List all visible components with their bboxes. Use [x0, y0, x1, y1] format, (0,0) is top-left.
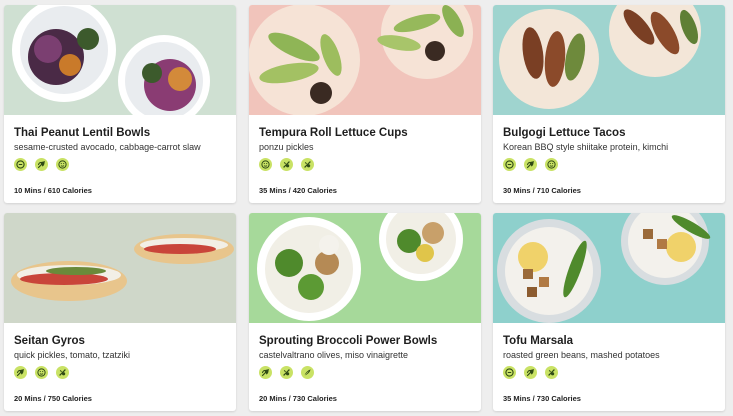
recipe-title[interactable]: Tofu Marsala [503, 335, 573, 347]
recipe-card-bulgogi-lettuce-tacos[interactable]: Bulgogi Lettuce Tacos Korean BBQ style s… [493, 5, 725, 203]
recipe-time-calories: 30 Mins / 710 Calories [503, 186, 581, 195]
dietary-icons [259, 158, 314, 172]
vegan-icon [259, 366, 272, 379]
vegan-icon [14, 366, 27, 379]
recipe-card-seitan-gyros[interactable]: Seitan Gyros quick pickles, tomato, tzat… [4, 213, 236, 411]
recipe-subtitle: Korean BBQ style shiitake protein, kimch… [503, 142, 669, 152]
recipe-time-calories: 20 Mins / 730 Calories [259, 394, 337, 403]
dietary-icons [259, 366, 314, 380]
recipe-subtitle: castelvaltrano olives, miso vinaigrette [259, 350, 409, 360]
recipe-time-calories: 35 Mins / 420 Calories [259, 186, 337, 195]
recipe-card-tofu-marsala[interactable]: Tofu Marsala roasted green beans, mashed… [493, 213, 725, 411]
dairy-free-icon [35, 366, 48, 379]
dietary-icons [14, 158, 69, 172]
soy-free-icon [280, 366, 293, 379]
gluten-free-icon [14, 158, 27, 171]
dairy-free-icon [56, 158, 69, 171]
recipe-title[interactable]: Bulgogi Lettuce Tacos [503, 127, 625, 139]
recipe-time-calories: 35 Mins / 730 Calories [503, 394, 581, 403]
recipe-subtitle: sesame-crusted avocado, cabbage-carrot s… [14, 142, 201, 152]
recipe-subtitle: ponzu pickles [259, 142, 314, 152]
dietary-icons [503, 158, 558, 172]
low-cal-icon [301, 366, 314, 379]
recipe-time-calories: 10 Mins / 610 Calories [14, 186, 92, 195]
recipe-photo[interactable] [493, 5, 725, 115]
recipe-subtitle: quick pickles, tomato, tzatziki [14, 350, 131, 360]
soy-free-icon [545, 366, 558, 379]
gluten-free-icon [503, 158, 516, 171]
dietary-icons [503, 366, 558, 380]
recipe-photo[interactable] [249, 5, 481, 115]
recipe-card-sprouting-broccoli-power-bowls[interactable]: Sprouting Broccoli Power Bowls castelval… [249, 213, 481, 411]
recipe-time-calories: 20 Mins / 750 Calories [14, 394, 92, 403]
recipe-photo[interactable] [249, 213, 481, 323]
soy-free-icon [301, 158, 314, 171]
recipe-title[interactable]: Tempura Roll Lettuce Cups [259, 127, 408, 139]
recipe-subtitle: roasted green beans, mashed potatoes [503, 350, 660, 360]
soy-free-icon [56, 366, 69, 379]
gluten-free-icon [503, 366, 516, 379]
recipe-card-tempura-roll-lettuce-cups[interactable]: Tempura Roll Lettuce Cups ponzu pickles … [249, 5, 481, 203]
recipe-photo[interactable] [4, 5, 236, 115]
recipe-grid: Thai Peanut Lentil Bowls sesame-crusted … [4, 5, 728, 411]
recipe-photo[interactable] [493, 213, 725, 323]
dairy-free-icon [259, 158, 272, 171]
dietary-icons [14, 366, 69, 380]
recipe-card-thai-peanut-lentil-bowls[interactable]: Thai Peanut Lentil Bowls sesame-crusted … [4, 5, 236, 203]
recipe-photo[interactable] [4, 213, 236, 323]
vegan-icon [524, 366, 537, 379]
dairy-free-icon [545, 158, 558, 171]
vegan-icon [35, 158, 48, 171]
recipe-title[interactable]: Thai Peanut Lentil Bowls [14, 127, 150, 139]
recipe-title[interactable]: Sprouting Broccoli Power Bowls [259, 335, 437, 347]
nut-free-icon [280, 158, 293, 171]
recipe-title[interactable]: Seitan Gyros [14, 335, 85, 347]
vegan-icon [524, 158, 537, 171]
